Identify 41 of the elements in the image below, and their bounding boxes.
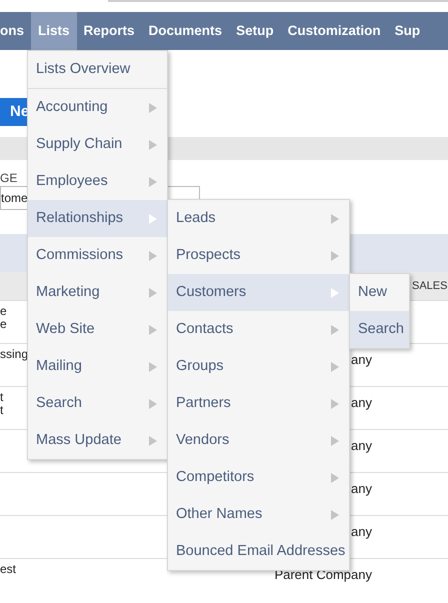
- menu-item[interactable]: Search: [28, 385, 167, 422]
- table-cell-text: any: [351, 523, 372, 541]
- menu-item[interactable]: Web Site: [28, 311, 167, 348]
- menu-item[interactable]: Search: [350, 311, 409, 348]
- menu-item[interactable]: Mass Update: [28, 422, 167, 459]
- menu-item[interactable]: Customers: [168, 274, 349, 311]
- menu-item[interactable]: Marketing: [28, 274, 167, 311]
- nav-tab[interactable]: Documents: [142, 12, 230, 50]
- table-cell-text: t: [0, 404, 4, 417]
- menu-item[interactable]: Mailing: [28, 348, 167, 385]
- menu-item[interactable]: Bounced Email Addresses: [168, 533, 349, 570]
- table-cell-text: e: [0, 305, 8, 318]
- menu-item[interactable]: Competitors: [168, 459, 349, 496]
- menu-item[interactable]: Commissions: [28, 237, 167, 274]
- table-cell-text: est: [0, 563, 18, 576]
- table-cell-text: any: [351, 437, 372, 455]
- menu-item[interactable]: Contacts: [168, 311, 349, 348]
- nav-tab[interactable]: Customization: [280, 12, 388, 50]
- menu-item[interactable]: Vendors: [168, 422, 349, 459]
- menu-item[interactable]: Lists Overview: [28, 51, 167, 88]
- table-cell-text: t: [0, 391, 4, 404]
- menu-item[interactable]: New: [350, 274, 409, 311]
- nav-tab[interactable]: ons: [0, 12, 32, 50]
- table-cell-text: ssing: [0, 348, 30, 361]
- menu-item[interactable]: Supply Chain: [28, 126, 167, 163]
- field-label: GE: [0, 170, 18, 187]
- menu-item[interactable]: Employees: [28, 163, 167, 200]
- nav-tab[interactable]: Sup: [388, 12, 428, 50]
- menu-item[interactable]: Groups: [168, 348, 349, 385]
- table-cell-text: e: [0, 318, 8, 331]
- menu-item[interactable]: Other Names: [168, 496, 349, 533]
- table-cell-text: any: [351, 394, 372, 412]
- menu-item[interactable]: Partners: [168, 385, 349, 422]
- menu-item[interactable]: Accounting: [28, 89, 167, 126]
- nav-tab[interactable]: Setup: [229, 12, 281, 50]
- table-cell-text: any: [351, 480, 372, 498]
- menu-item[interactable]: Prospects: [168, 237, 349, 274]
- table-cell-text: any: [351, 351, 372, 369]
- menu-item[interactable]: Leads: [168, 200, 349, 237]
- nav-tab[interactable]: Reports: [76, 12, 142, 50]
- menu-item[interactable]: Relationships: [28, 200, 167, 237]
